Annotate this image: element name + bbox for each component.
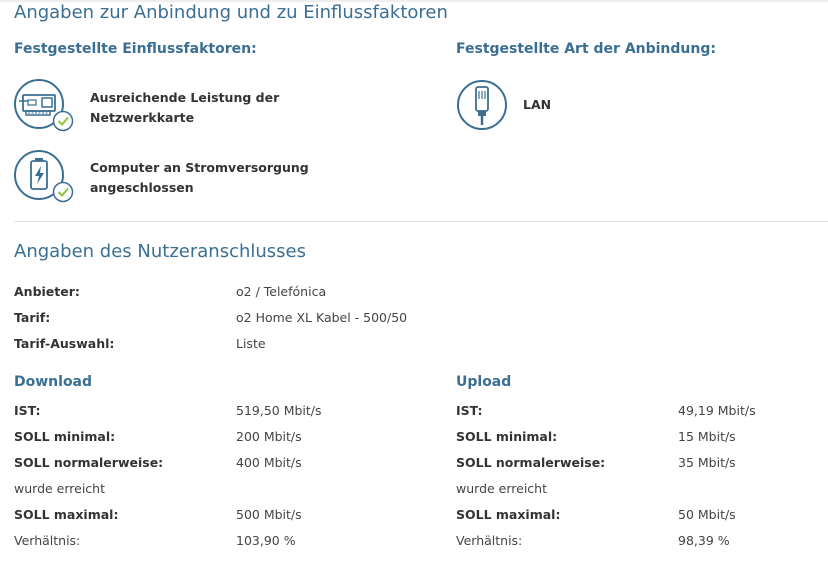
factor-network-card-line1: Ausreichende Leistung der bbox=[90, 90, 280, 105]
section-divider bbox=[14, 221, 828, 222]
factors-heading: Festgestellte Einflussfaktoren: bbox=[14, 41, 257, 57]
download-soll-min-value: 200 Mbit/s bbox=[236, 429, 302, 444]
factor-power-supply: Computer an Stromversorgung angeschlosse… bbox=[90, 158, 309, 198]
factor-power-supply-line2: angeschlossen bbox=[90, 180, 194, 195]
section-title-user-connection: Angaben des Nutzeranschlusses bbox=[14, 241, 306, 262]
download-ist-label: IST: bbox=[14, 403, 41, 418]
provider-value: o2 / Telefónica bbox=[236, 284, 327, 299]
lan-cable-icon bbox=[456, 79, 508, 131]
download-soll-max-value: 500 Mbit/s bbox=[236, 507, 302, 522]
upload-soll-min-value: 15 Mbit/s bbox=[678, 429, 736, 444]
upload-ist-value: 49,19 Mbit/s bbox=[678, 403, 756, 418]
tariff-label: Tarif: bbox=[14, 310, 51, 325]
upload-ratio-value: 98,39 % bbox=[678, 533, 730, 548]
factor-network-card: Ausreichende Leistung der Netzwerkkarte bbox=[90, 88, 279, 128]
download-soll-normal-label: SOLL normalerweise: bbox=[14, 455, 164, 470]
upload-soll-normal-label: SOLL normalerweise: bbox=[456, 455, 606, 470]
upload-soll-min-label: SOLL minimal: bbox=[456, 429, 558, 444]
upload-reached-text: wurde erreicht bbox=[456, 481, 547, 496]
download-soll-max-label: SOLL maximal: bbox=[14, 507, 119, 522]
upload-heading: Upload bbox=[456, 374, 512, 390]
download-soll-min-label: SOLL minimal: bbox=[14, 429, 116, 444]
download-soll-normal-value: 400 Mbit/s bbox=[236, 455, 302, 470]
connection-type-heading: Festgestellte Art der Anbindung: bbox=[456, 41, 716, 57]
upload-ratio-label: Verhältnis: bbox=[456, 533, 523, 548]
upload-ist-label: IST: bbox=[456, 403, 483, 418]
factor-power-supply-line1: Computer an Stromversorgung bbox=[90, 160, 309, 175]
upload-soll-max-label: SOLL maximal: bbox=[456, 507, 561, 522]
download-ratio-value: 103,90 % bbox=[236, 533, 296, 548]
battery-plug-icon bbox=[14, 150, 74, 203]
upload-soll-normal-value: 35 Mbit/s bbox=[678, 455, 736, 470]
section-title-connection: Angaben zur Anbindung und zu Einflussfak… bbox=[14, 2, 448, 23]
provider-label: Anbieter: bbox=[14, 284, 80, 299]
download-reached-text: wurde erreicht bbox=[14, 481, 105, 496]
tariff-value: o2 Home XL Kabel - 500/50 bbox=[236, 310, 408, 325]
upload-soll-max-value: 50 Mbit/s bbox=[678, 507, 736, 522]
tariff-selection-label: Tarif-Auswahl: bbox=[14, 336, 115, 351]
download-ratio-label: Verhältnis: bbox=[14, 533, 81, 548]
network-card-icon bbox=[14, 79, 74, 132]
connection-type-label: LAN bbox=[523, 97, 552, 112]
factor-network-card-line2: Netzwerkkarte bbox=[90, 110, 195, 125]
download-ist-value: 519,50 Mbit/s bbox=[236, 403, 322, 418]
download-heading: Download bbox=[14, 374, 93, 390]
tariff-selection-value: Liste bbox=[236, 336, 266, 351]
